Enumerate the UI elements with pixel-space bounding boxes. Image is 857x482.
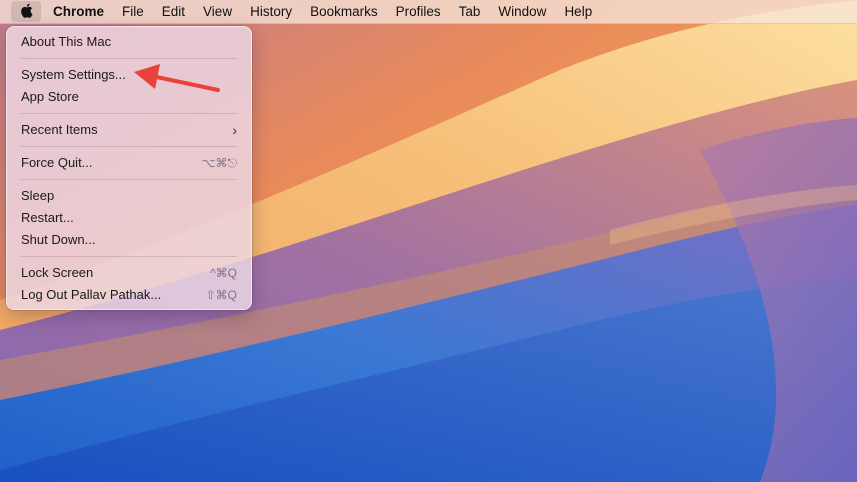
menu-history[interactable]: History [241, 0, 301, 23]
menu-item-label: System Settings... [21, 67, 126, 82]
menu-bookmarks[interactable]: Bookmarks [301, 0, 387, 23]
chevron-right-icon: › [232, 122, 237, 138]
menu-separator [21, 146, 237, 147]
menu-chrome[interactable]: Chrome [41, 0, 113, 23]
menu-help[interactable]: Help [555, 0, 601, 23]
menu-item-label: About This Mac [21, 34, 112, 49]
menu-separator [21, 58, 237, 59]
menu-item-system-settings[interactable]: System Settings... [12, 64, 246, 86]
shortcut-label: ^⌘Q [210, 266, 237, 280]
menu-item-label: Restart... [21, 210, 74, 225]
shortcut-label: ⇧⌘Q [205, 288, 237, 302]
menu-separator [21, 256, 237, 257]
menu-item-label: Force Quit... [21, 155, 93, 170]
menu-bar: Chrome File Edit View History Bookmarks … [0, 0, 857, 24]
menu-item-lock-screen[interactable]: Lock Screen ^⌘Q [12, 262, 246, 284]
apple-logo-icon [20, 3, 33, 21]
menu-edit[interactable]: Edit [153, 0, 194, 23]
menu-item-restart[interactable]: Restart... [12, 207, 246, 229]
menu-item-label: Sleep [21, 188, 55, 203]
menu-item-force-quit[interactable]: Force Quit... ⌥⌘⎋ [12, 152, 246, 174]
menu-view[interactable]: View [194, 0, 241, 23]
apple-menu-button[interactable] [11, 1, 41, 22]
menu-item-recent-items[interactable]: Recent Items › [12, 119, 246, 141]
menu-separator [21, 113, 237, 114]
menu-item-sleep[interactable]: Sleep [12, 185, 246, 207]
menu-separator [21, 179, 237, 180]
menu-file[interactable]: File [113, 0, 153, 23]
menu-item-label: Log Out Pallav Pathak... [21, 287, 162, 302]
apple-dropdown-menu: About This Mac System Settings... App St… [6, 26, 252, 310]
menu-tab[interactable]: Tab [450, 0, 490, 23]
menu-item-about-this-mac[interactable]: About This Mac [12, 31, 246, 53]
menu-item-label: Shut Down... [21, 232, 96, 247]
menu-item-shut-down[interactable]: Shut Down... [12, 229, 246, 251]
menu-item-label: Recent Items [21, 122, 98, 137]
menu-item-app-store[interactable]: App Store [12, 86, 246, 108]
menu-window[interactable]: Window [489, 0, 555, 23]
menu-item-label: Lock Screen [21, 265, 94, 280]
shortcut-label: ⌥⌘⎋ [201, 156, 237, 170]
menu-item-log-out[interactable]: Log Out Pallav Pathak... ⇧⌘Q [12, 284, 246, 306]
menu-item-label: App Store [21, 89, 79, 104]
menu-profiles[interactable]: Profiles [387, 0, 450, 23]
